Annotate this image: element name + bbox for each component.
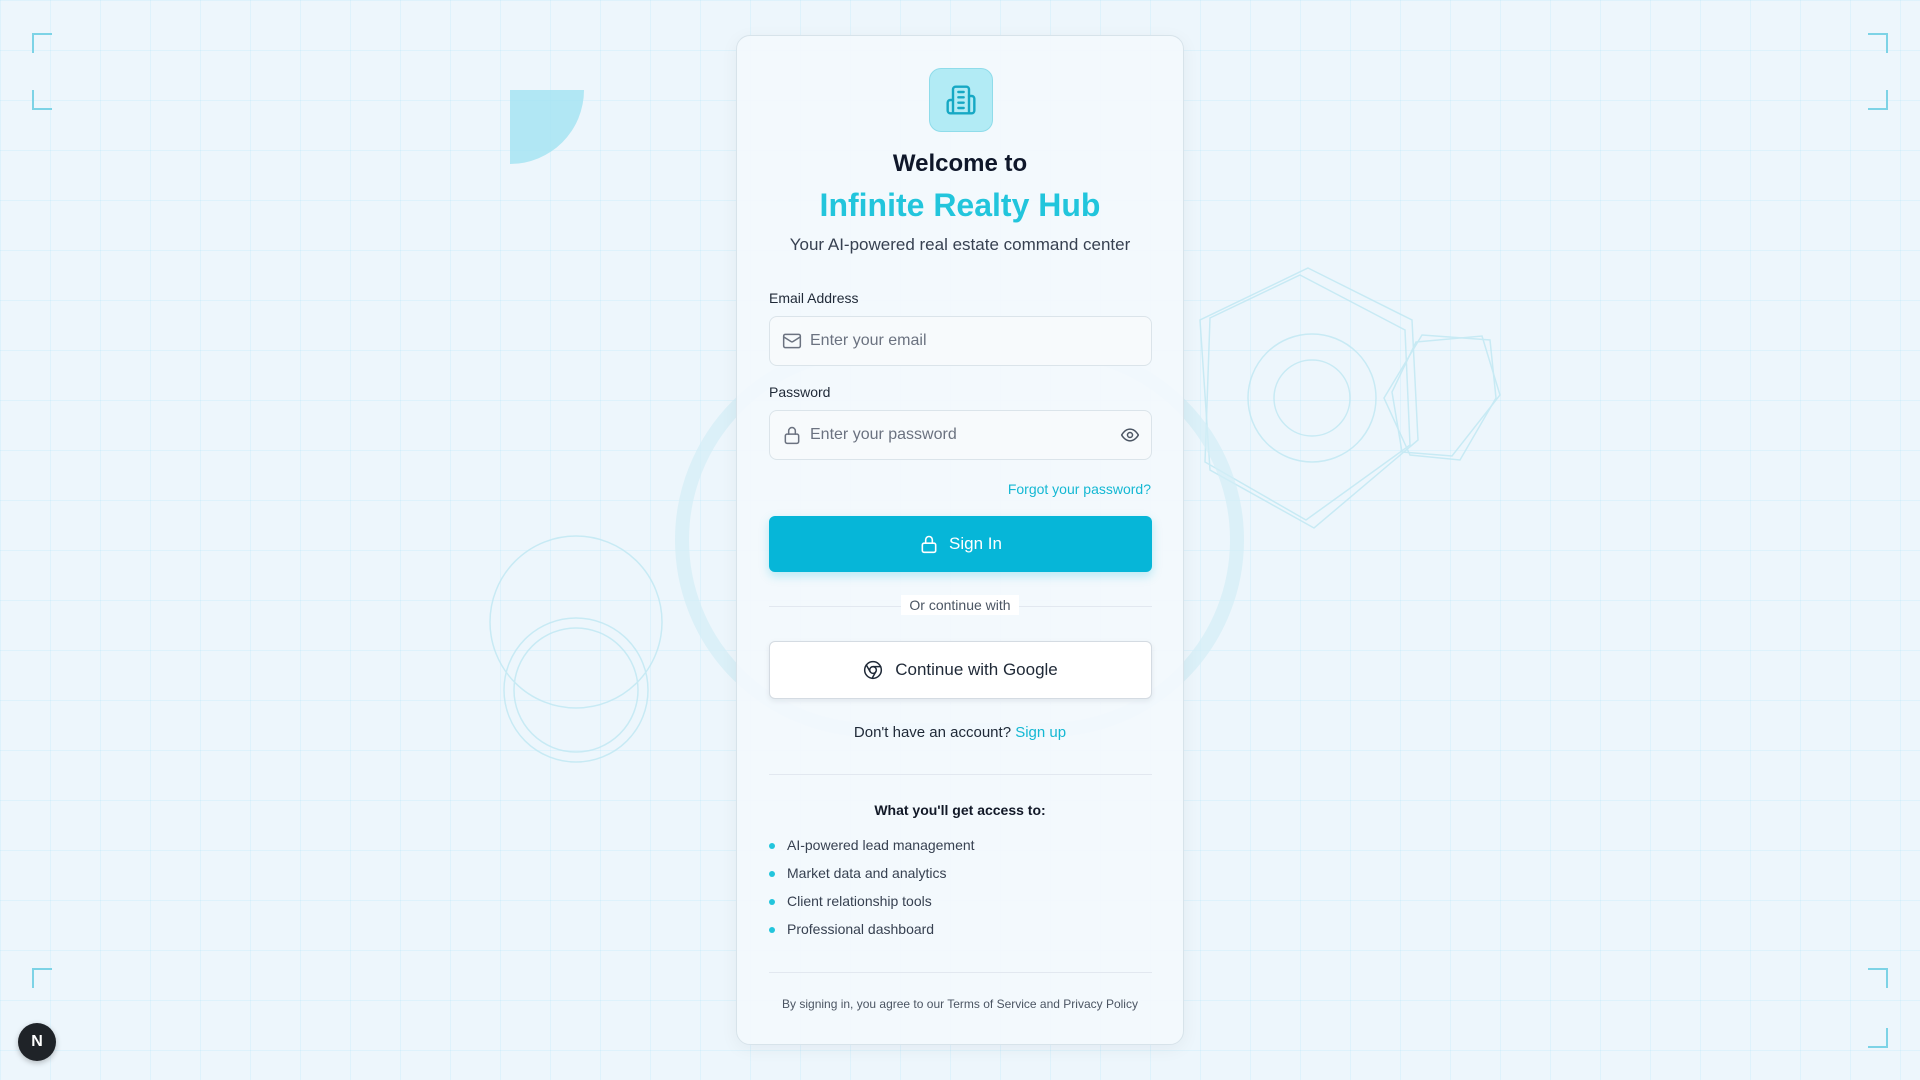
forgot-password-link[interactable]: Forgot your password?	[1008, 481, 1151, 497]
sign-in-button[interactable]: Sign In	[769, 516, 1152, 572]
or-continue-with: Or continue with	[737, 595, 1183, 615]
list-item: Market data and analytics	[769, 864, 975, 892]
password-label: Password	[769, 384, 831, 400]
building-icon	[929, 68, 993, 132]
legal-notice: By signing in, you agree to our Terms of…	[782, 997, 1138, 1011]
google-label: Continue with Google	[895, 660, 1058, 679]
bullet-dot	[769, 871, 775, 877]
welcome-heading: Welcome to	[892, 150, 1028, 177]
or-continue-label: Or continue with	[901, 595, 1019, 615]
list-item: Client relationship tools	[769, 892, 975, 920]
feature-list: AI-powered lead management Market data a…	[769, 836, 975, 948]
list-item: AI-powered lead management	[769, 836, 975, 864]
sign-in-label: Sign In	[949, 534, 1002, 553]
bullet-dot	[769, 843, 775, 849]
email-label: Email Address	[769, 290, 859, 306]
email-field[interactable]	[769, 316, 1152, 366]
bullet-dot	[769, 927, 775, 933]
bullet-dot	[769, 899, 775, 905]
sign-up-link[interactable]: Sign up	[1015, 724, 1066, 741]
password-field[interactable]	[769, 410, 1152, 460]
access-heading: What you'll get access to:	[874, 802, 1046, 818]
google-signin-button[interactable]: Continue with Google	[769, 641, 1152, 699]
lock-icon	[782, 425, 802, 445]
next-dev-badge[interactable]: N	[18, 1023, 56, 1061]
chrome-icon	[863, 660, 883, 680]
login-card: Welcome to Infinite Realty Hub Your AI-p…	[736, 35, 1184, 1045]
divider	[769, 972, 1152, 973]
signup-prompt: Don't have an account? Sign up	[737, 724, 1183, 741]
password-input[interactable]	[810, 411, 1110, 459]
list-item: Professional dashboard	[769, 920, 975, 948]
mail-icon	[782, 331, 802, 351]
lock-icon	[919, 534, 939, 554]
tagline: Your AI-powered real estate command cent…	[789, 235, 1131, 254]
brand-title: Infinite Realty Hub	[819, 187, 1101, 223]
email-input[interactable]	[810, 317, 1110, 365]
eye-icon[interactable]	[1119, 425, 1141, 445]
signup-text: Don't have an account?	[853, 724, 1012, 741]
divider	[769, 774, 1152, 775]
